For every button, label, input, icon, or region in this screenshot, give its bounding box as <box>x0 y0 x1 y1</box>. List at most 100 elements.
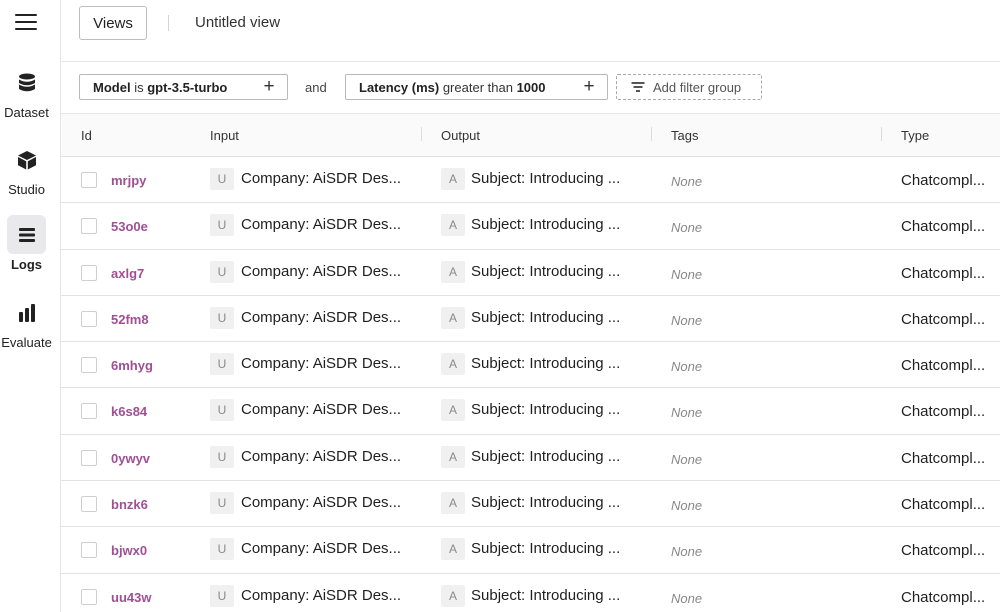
nav-label-logs: Logs <box>10 257 43 272</box>
table-row[interactable]: axlg7 U Company: AiSDR Des... A Subject: Int… <box>61 250 1000 296</box>
view-name[interactable]: Untitled view <box>195 14 280 31</box>
row-id-link[interactable]: k6s84 <box>111 404 147 419</box>
filter-field: Latency (ms) <box>359 79 440 95</box>
table-row[interactable]: bjwx0 U Company: AiSDR Des... A Subject: Int… <box>61 527 1000 574</box>
table-row[interactable]: bnzk6 U Company: AiSDR Des... A Subject: Int… <box>61 481 1000 528</box>
assistant-role-badge: A <box>441 445 465 468</box>
filter-icon <box>631 81 645 93</box>
column-header-output[interactable]: Output <box>441 128 480 143</box>
input-cell: Company: AiSDR Des... <box>241 447 402 465</box>
nav-item-dataset[interactable]: Dataset <box>0 63 53 133</box>
row-id-link[interactable]: bjwx0 <box>111 543 147 558</box>
row-checkbox[interactable] <box>81 496 97 513</box>
filter-value: gpt-3.5-turbo <box>147 79 228 95</box>
output-cell: Subject: Introducing ... <box>471 401 621 419</box>
stack-icon <box>7 215 46 254</box>
column-header-tags[interactable]: Tags <box>671 128 698 143</box>
table-row[interactable]: 53o0e U Company: AiSDR Des... A Subject: Int… <box>61 203 1000 250</box>
table-row[interactable]: 52fm8 U Company: AiSDR Des... A Subject: Int… <box>61 296 1000 343</box>
row-id-link[interactable]: 52fm8 <box>111 312 149 327</box>
row-id-link[interactable]: 6mhyg <box>111 358 153 373</box>
input-cell: Company: AiSDR Des... <box>241 586 402 604</box>
user-role-badge: U <box>210 492 234 515</box>
user-role-badge: U <box>210 260 234 283</box>
nav-item-evaluate[interactable]: Evaluate <box>0 293 53 363</box>
column-header-id[interactable]: Id <box>81 128 92 143</box>
user-role-badge: U <box>210 214 234 237</box>
column-resize-handle[interactable] <box>651 127 652 141</box>
filter-chip-model[interactable]: Model is gpt-3.5-turbo + <box>79 74 288 100</box>
table-row[interactable]: 6mhyg U Company: AiSDR Des... A Subject: Int… <box>61 342 1000 389</box>
plus-icon[interactable]: + <box>582 77 596 96</box>
row-checkbox[interactable] <box>81 403 97 420</box>
user-role-badge: U <box>210 399 234 422</box>
output-cell: Subject: Introducing ... <box>471 540 621 558</box>
hamburger-menu-icon[interactable] <box>15 13 37 31</box>
nav-item-studio[interactable]: Studio <box>0 140 53 210</box>
database-icon <box>7 63 46 102</box>
row-checkbox[interactable] <box>81 357 97 374</box>
cube-icon <box>7 140 46 179</box>
tags-cell: None <box>671 312 703 328</box>
output-cell: Subject: Introducing ... <box>471 447 621 465</box>
row-checkbox[interactable] <box>81 264 97 281</box>
nav-item-logs[interactable]: Logs <box>0 215 53 285</box>
add-filter-group-button[interactable]: Add filter group <box>616 74 762 100</box>
row-id-link[interactable]: 0ywyv <box>111 451 150 466</box>
type-cell: Chatcompl... <box>901 264 986 282</box>
input-cell: Company: AiSDR Des... <box>241 494 402 512</box>
bar-chart-icon <box>7 293 46 332</box>
table-body: mrjpy U Company: AiSDR Des... A Subject: Int… <box>61 157 1000 612</box>
logs-table: Id Input Output Tags Type mrjpy U Company:… <box>61 114 1000 612</box>
input-cell: Company: AiSDR Des... <box>241 308 402 326</box>
user-role-badge: U <box>210 168 234 190</box>
tags-cell: None <box>671 590 703 606</box>
type-cell: Chatcompl... <box>901 542 986 560</box>
row-id-link[interactable]: 53o0e <box>111 219 148 234</box>
tags-cell: None <box>671 359 703 375</box>
row-id-link[interactable]: uu43w <box>111 590 151 605</box>
row-id-link[interactable]: axlg7 <box>111 266 144 281</box>
left-nav-rail: Dataset Studio Logs Evaluate <box>0 0 61 612</box>
tags-cell: None <box>671 498 703 514</box>
output-cell: Subject: Introducing ... <box>471 308 621 326</box>
column-header-input[interactable]: Input <box>210 128 239 143</box>
assistant-role-badge: A <box>441 260 465 283</box>
tags-cell: None <box>671 174 703 189</box>
output-cell: Subject: Introducing ... <box>471 494 621 512</box>
output-cell: Subject: Introducing ... <box>471 355 621 373</box>
nav-label-evaluate: Evaluate <box>1 335 52 350</box>
views-button[interactable]: Views <box>79 6 147 40</box>
column-resize-handle[interactable] <box>421 127 422 141</box>
row-checkbox[interactable] <box>81 172 97 188</box>
nav-label-studio: Studio <box>8 182 45 197</box>
tags-cell: None <box>671 266 703 282</box>
user-role-badge: U <box>210 306 234 329</box>
input-cell: Company: AiSDR Des... <box>241 262 402 280</box>
user-role-badge: U <box>210 445 234 468</box>
row-checkbox[interactable] <box>81 310 97 327</box>
table-row[interactable]: mrjpy U Company: AiSDR Des... A Subject: Int… <box>61 157 1000 204</box>
user-role-badge: U <box>210 538 234 561</box>
input-cell: Company: AiSDR Des... <box>241 401 402 419</box>
divider <box>168 15 169 31</box>
filter-chip-latency[interactable]: Latency (ms) greater than 1000 + <box>345 74 608 100</box>
table-row[interactable]: k6s84 U Company: AiSDR Des... A Subject: Int… <box>61 388 1000 435</box>
assistant-role-badge: A <box>441 584 465 607</box>
table-row[interactable]: uu43w U Company: AiSDR Des... A Subject: Int… <box>61 574 1000 612</box>
output-cell: Subject: Introducing ... <box>471 262 621 280</box>
type-cell: Chatcompl... <box>901 357 986 375</box>
nav-label-dataset: Dataset <box>4 105 49 120</box>
row-checkbox[interactable] <box>81 218 97 235</box>
output-cell: Subject: Introducing ... <box>471 216 621 234</box>
column-header-type[interactable]: Type <box>901 128 929 143</box>
row-checkbox[interactable] <box>81 588 97 605</box>
row-checkbox[interactable] <box>81 449 97 466</box>
plus-icon[interactable]: + <box>262 77 276 96</box>
row-id-link[interactable]: bnzk6 <box>111 497 148 512</box>
tags-cell: None <box>671 451 703 467</box>
row-checkbox[interactable] <box>81 542 97 559</box>
column-resize-handle[interactable] <box>881 127 882 141</box>
row-id-link[interactable]: mrjpy <box>111 173 146 188</box>
table-row[interactable]: 0ywyv U Company: AiSDR Des... A Subject: Int… <box>61 435 1000 482</box>
